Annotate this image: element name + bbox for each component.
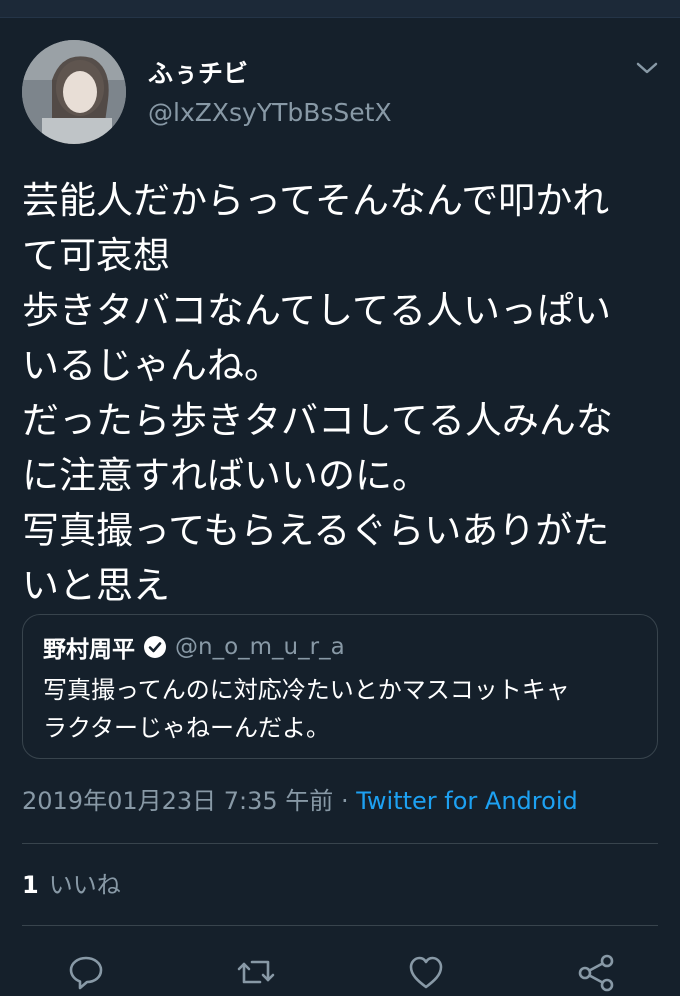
quoted-tweet-text: 写真撮ってんのに対応冷たいとかマスコットキャ ラクターじゃねーんだよ。 — [43, 676, 570, 742]
meta-separator: · — [340, 787, 349, 815]
tweet-meta: 2019年01月23日 7:35 午前 · Twitter for Androi… — [22, 786, 578, 816]
avatar[interactable] — [22, 40, 126, 144]
tweet-timestamp[interactable]: 2019年01月23日 7:35 午前 — [22, 787, 333, 815]
top-bar — [0, 0, 680, 18]
verified-badge-icon — [143, 635, 167, 659]
likes-count: 1 — [22, 871, 39, 899]
avatar-image — [22, 40, 126, 144]
quoted-tweet-card[interactable]: 野村周平 @n_o_m_u_r_a 写真撮ってんのに対応冷たいとかマスコットキャ… — [22, 614, 658, 759]
likes-stat[interactable]: 1 いいね — [22, 870, 121, 900]
reply-icon — [69, 956, 103, 990]
author-display-name[interactable]: ふぅチビ — [148, 60, 248, 88]
retweet-button[interactable] — [236, 952, 276, 992]
quoted-author-name: 野村周平 — [43, 637, 135, 663]
divider — [22, 843, 658, 844]
like-icon — [409, 956, 443, 989]
tweet-text: 芸能人だからってそんなんで叩かれ て可哀想 歩きタバコなんてしてる人いっぱい い… — [22, 179, 613, 607]
quoted-author-handle: @n_o_m_u_r_a — [175, 634, 345, 660]
share-icon — [578, 954, 614, 992]
author-handle[interactable]: @lxZXsyYTbBsSetX — [148, 99, 392, 127]
likes-label: いいね — [48, 871, 121, 899]
divider — [22, 925, 658, 926]
chevron-down-icon[interactable] — [633, 58, 661, 78]
like-button[interactable] — [406, 952, 446, 992]
share-button[interactable] — [576, 952, 616, 992]
tweet-source-link[interactable]: Twitter for Android — [356, 787, 577, 815]
reply-button[interactable] — [66, 952, 106, 992]
quoted-tweet-header: 野村周平 @n_o_m_u_r_a — [43, 631, 345, 663]
retweet-icon — [237, 960, 275, 984]
